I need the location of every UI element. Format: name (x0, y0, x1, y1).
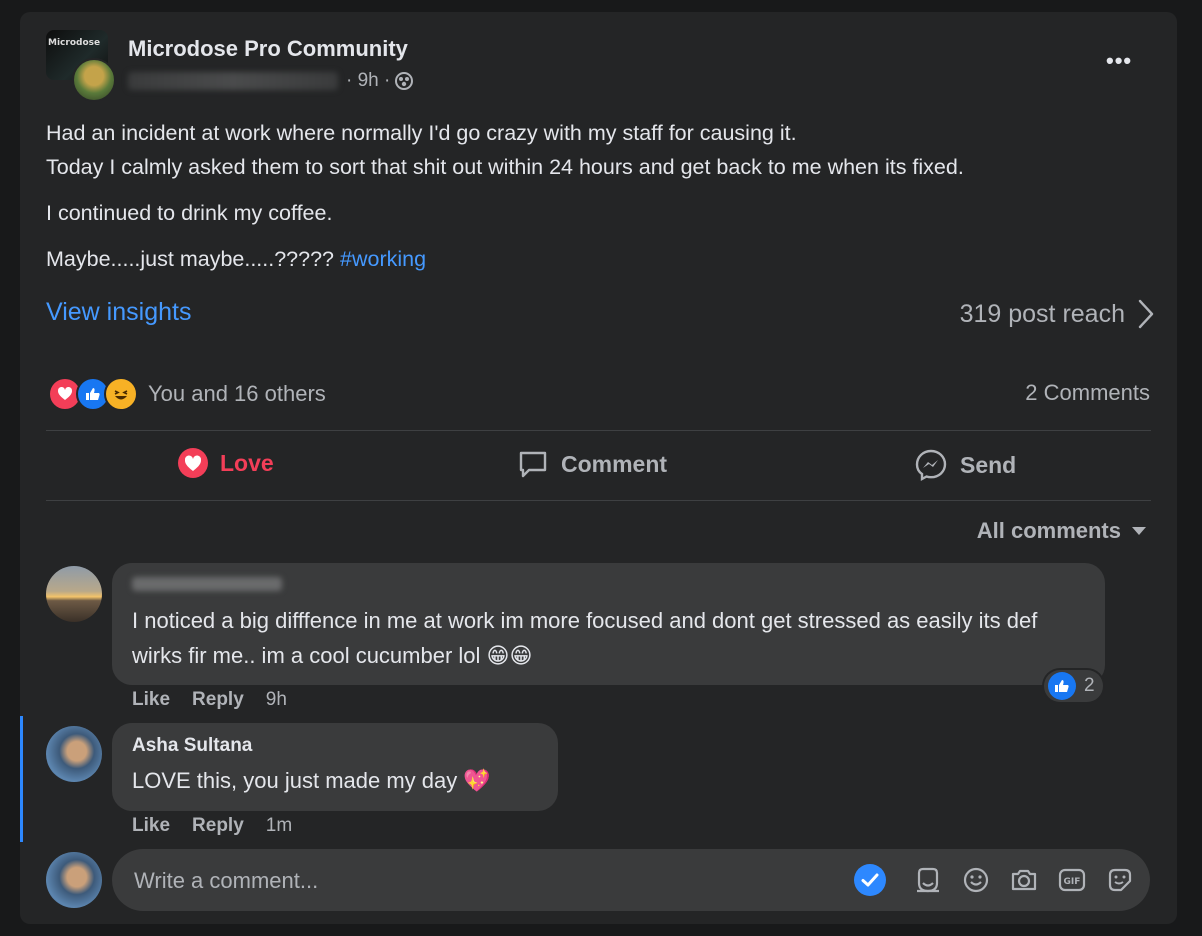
svg-text:GIF: GIF (1064, 877, 1081, 887)
comment-label: Comment (561, 450, 668, 477)
comment-like-button[interactable]: Like (132, 689, 170, 711)
hashtag-link[interactable]: #working (340, 247, 426, 271)
comment-icon (519, 451, 547, 478)
comment-reaction-count: 2 (1084, 675, 1095, 696)
post-reach-text: 319 post reach (959, 299, 1125, 328)
commenter-avatar[interactable] (46, 726, 102, 782)
reactions-text: You and 16 others (148, 381, 326, 406)
messenger-icon (915, 449, 947, 482)
commenter-avatar[interactable] (46, 566, 102, 622)
avatar-sticker-icon[interactable] (912, 864, 944, 896)
love-label: Love (220, 449, 274, 476)
comment-reply-button[interactable]: Reply (192, 815, 244, 837)
comment-bubble: I noticed a big difffence in me at work … (112, 563, 1105, 685)
gif-icon[interactable]: GIF (1056, 864, 1088, 896)
all-comments-dropdown[interactable]: All comments (977, 518, 1147, 544)
emoji-icon[interactable] (960, 864, 992, 896)
reactions-summary[interactable]: You and 16 others (48, 377, 326, 411)
comment-composer[interactable]: GIF (112, 849, 1150, 911)
current-user-avatar[interactable] (46, 852, 102, 908)
post-time[interactable]: · 9h · (346, 70, 390, 92)
post-card: Microdose Microdose Pro Community · 9h ·… (20, 12, 1177, 924)
blurred-commenter-name[interactable] (132, 577, 282, 591)
chevron-right-icon (1138, 299, 1154, 329)
send-button[interactable]: Send (914, 448, 1016, 482)
more-icon[interactable]: ••• (1106, 48, 1132, 74)
checkmark-icon[interactable] (854, 864, 886, 896)
haha-reaction-icon (104, 377, 138, 411)
comment-actions: Like Reply 1m (132, 815, 292, 837)
comment-time[interactable]: 9h (266, 689, 287, 711)
comment-reaction-pill[interactable]: 2 (1044, 670, 1103, 702)
divider (46, 500, 1151, 501)
poster-avatar[interactable] (72, 58, 116, 102)
divider (46, 430, 1151, 431)
post-body: Had an incident at work where normally I… (46, 116, 1156, 288)
blurred-author-name[interactable] (128, 72, 338, 90)
comment-input[interactable] (132, 863, 736, 899)
love-button[interactable]: Love (178, 448, 274, 478)
post-line-2: Today I calmly asked them to sort that s… (46, 155, 964, 179)
comment-button[interactable]: Comment (517, 448, 667, 480)
post-meta: · 9h · (128, 70, 414, 92)
comment-text: I noticed a big difffence in me at work … (132, 608, 1038, 668)
comment-reply-button[interactable]: Reply (192, 689, 244, 711)
comment-actions: Like Reply 9h (132, 689, 287, 711)
all-comments-label: All comments (976, 518, 1121, 543)
group-avatar-text: Microdose (48, 38, 101, 48)
post-paragraph: Had an incident at work where normally I… (46, 116, 1156, 184)
comment-bubble: Asha Sultana LOVE this, you just made my… (112, 723, 558, 811)
like-reaction-icon (1048, 672, 1076, 700)
comment-time[interactable]: 1m (266, 815, 292, 837)
comment-like-button[interactable]: Like (132, 815, 170, 837)
view-insights-link[interactable]: View insights (46, 298, 191, 327)
post-paragraph: Maybe.....just maybe.....????? #working (46, 242, 1156, 276)
heart-icon (178, 448, 208, 478)
group-name[interactable]: Microdose Pro Community (128, 36, 408, 62)
commenter-name[interactable]: Asha Sultana (132, 735, 252, 757)
post-line-4: Maybe.....just maybe.....????? (46, 247, 335, 271)
globe-icon (395, 72, 414, 90)
sticker-icon[interactable] (1104, 864, 1136, 896)
post-reach[interactable]: 319 post reach (960, 298, 1155, 330)
camera-icon[interactable] (1008, 864, 1040, 896)
post-line-3: I continued to drink my coffee. (46, 201, 333, 225)
caret-down-icon (1132, 527, 1146, 535)
thread-line (20, 716, 23, 842)
post-line-1: Had an incident at work where normally I… (46, 121, 797, 145)
send-label: Send (960, 451, 1017, 478)
comment-text: LOVE this, you just made my day 💖 (132, 768, 491, 793)
post-paragraph: I continued to drink my coffee. (46, 196, 1156, 230)
comments-count[interactable]: 2 Comments (1025, 380, 1150, 406)
